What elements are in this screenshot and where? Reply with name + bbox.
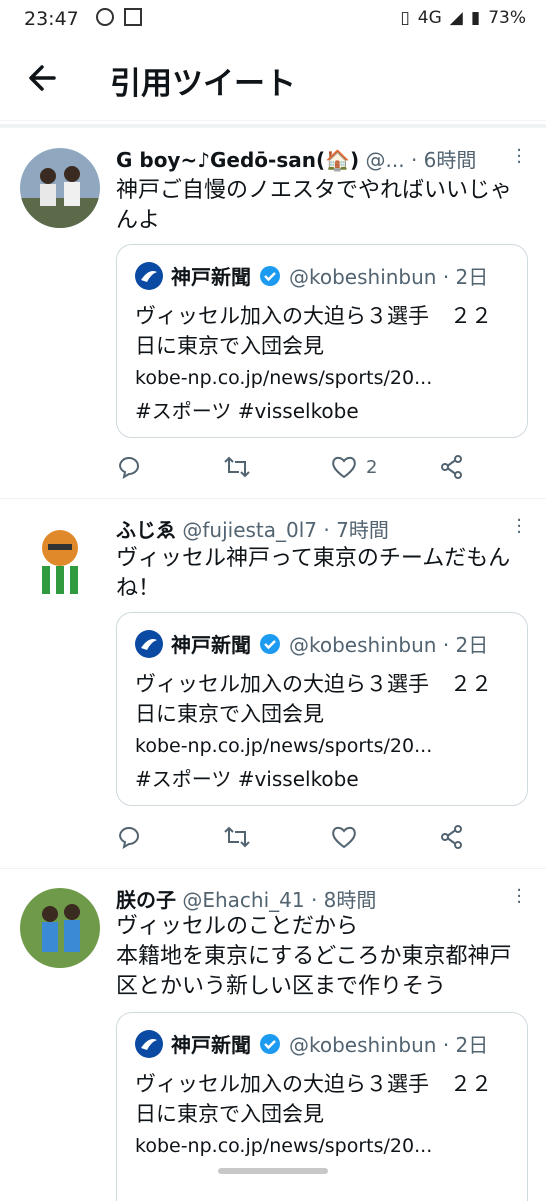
- display-name[interactable]: G boy~♪Gedō-san(🏠): [116, 148, 359, 172]
- status-notification-icons: [96, 8, 142, 26]
- quote-link[interactable]: kobe-np.co.jp/news/sports/20...: [135, 367, 509, 389]
- status-right: ▯ 4G ◢ ▮ 73%: [400, 8, 526, 28]
- tweet-actions: 2: [116, 454, 466, 484]
- timestamp[interactable]: · 8時間: [311, 888, 376, 912]
- handle[interactable]: @Ehachi_41: [182, 888, 304, 912]
- share-icon: [441, 825, 462, 849]
- quote-avatar: [135, 629, 163, 658]
- quote-avatar: [135, 1029, 163, 1058]
- retweet-button[interactable]: [222, 824, 252, 850]
- quote-header: 神戸新聞 @kobeshinbun · 2日: [135, 629, 488, 658]
- home-indicator[interactable]: [218, 1168, 328, 1174]
- battery-percent: 73%: [488, 8, 526, 28]
- tweet-header: G boy~♪Gedō-san(🏠) @... · 6時間: [116, 144, 496, 173]
- quote-display-name: 神戸新聞: [171, 633, 251, 657]
- more-icon[interactable]: · · ·: [516, 512, 522, 542]
- reply-button[interactable]: [116, 454, 142, 480]
- quote-handle: @kobeshinbun · 2日: [289, 265, 489, 289]
- tweet-card[interactable]: ふじゑ @fujiesta_0l7 · 7時間 · · · ヴィッセル神戸って東京の…: [0, 498, 546, 869]
- quoted-tweet[interactable]: 神戸新聞 @kobeshinbun · 2日 ヴィッセル加入の大迫ら３選手 ２２…: [116, 244, 528, 438]
- quote-link[interactable]: kobe-np.co.jp/news/sports/20...: [135, 735, 509, 757]
- status-time: 23:47: [24, 8, 79, 30]
- avatar[interactable]: [20, 518, 100, 598]
- tweet-text: 神戸ご自慢のノエスタでやればいいじゃんよ: [116, 178, 513, 233]
- reply-icon: [118, 457, 139, 480]
- like-count: 2: [366, 456, 378, 478]
- avatar[interactable]: [20, 148, 100, 228]
- status-bar: 23:47 ▯ 4G ◢ ▮ 73%: [0, 0, 546, 38]
- reply-button[interactable]: [116, 824, 142, 850]
- signal-icon: ◢: [449, 8, 463, 28]
- page-title: 引用ツイート: [110, 66, 296, 102]
- handle[interactable]: @...: [366, 148, 405, 172]
- reply-icon: [118, 827, 139, 850]
- quote-handle: @kobeshinbun · 2日: [289, 633, 489, 657]
- more-icon[interactable]: · · ·: [516, 882, 522, 912]
- tweet-card[interactable]: G boy~♪Gedō-san(🏠) @... · 6時間 · · · 神戸ご自慢の…: [0, 128, 546, 499]
- display-name[interactable]: ふじゑ: [116, 518, 176, 542]
- back-arrow-icon[interactable]: [24, 58, 64, 98]
- verified-icon: [260, 1033, 280, 1054]
- top-bar: 引用ツイート: [0, 38, 546, 121]
- tweet-header: ふじゑ @fujiesta_0l7 · 7時間: [116, 514, 496, 543]
- check-circle-icon: [96, 8, 114, 26]
- quote-header: 神戸新聞 @kobeshinbun · 2日: [135, 1029, 488, 1058]
- timestamp[interactable]: · 7時間: [323, 518, 388, 542]
- quote-text: ヴィッセル加入の大迫ら３選手 ２２日に東京で入団会見: [135, 1072, 492, 1126]
- like-icon: [332, 826, 356, 849]
- quote-avatar: [135, 261, 163, 290]
- tweet-text: ヴィッセル神戸って東京のチームだもんね！: [116, 546, 511, 601]
- like-button[interactable]: 2: [330, 454, 377, 480]
- share-button[interactable]: [438, 824, 466, 850]
- quote-display-name: 神戸新聞: [171, 1033, 251, 1057]
- battery-icon: ▮: [470, 8, 481, 28]
- share-icon: [441, 455, 462, 479]
- quote-text: ヴィッセル加入の大迫ら３選手 ２２日に東京で入団会見: [135, 304, 492, 358]
- like-button[interactable]: [330, 824, 366, 850]
- more-icon[interactable]: · · ·: [516, 142, 522, 172]
- handle[interactable]: @fujiesta_0l7: [182, 518, 317, 542]
- quote-hashtags[interactable]: #スポーツ #visselkobe: [135, 763, 509, 792]
- vibrate-icon: ▯: [400, 8, 410, 28]
- retweet-button[interactable]: [222, 454, 252, 480]
- retweet-icon: [224, 826, 250, 848]
- tweet-card[interactable]: 朕の子 @Ehachi_41 · 8時間 · · · ヴィッセルのことだから 本籍地…: [0, 868, 546, 1201]
- tweet-header: 朕の子 @Ehachi_41 · 8時間: [116, 884, 496, 913]
- quote-link[interactable]: kobe-np.co.jp/news/sports/20...: [135, 1135, 509, 1157]
- retweet-icon: [224, 456, 250, 478]
- quote-display-name: 神戸新聞: [171, 265, 251, 289]
- network-label: 4G: [417, 8, 442, 28]
- quote-handle: @kobeshinbun · 2日: [289, 1033, 489, 1057]
- like-icon: [332, 456, 356, 479]
- timestamp[interactable]: · 6時間: [411, 148, 476, 172]
- verified-icon: [260, 265, 280, 286]
- display-name[interactable]: 朕の子: [116, 888, 176, 912]
- tweet-text: ヴィッセルのことだから 本籍地を東京にするどころか東京都神戸区とかいう新しい区ま…: [116, 914, 512, 999]
- quote-header: 神戸新聞 @kobeshinbun · 2日: [135, 261, 488, 290]
- verified-icon: [260, 633, 280, 654]
- quoted-tweet[interactable]: 神戸新聞 @kobeshinbun · 2日 ヴィッセル加入の大迫ら３選手 ２２…: [116, 612, 528, 806]
- tweet-actions: [116, 824, 466, 854]
- share-button[interactable]: [438, 454, 466, 480]
- quote-hashtags[interactable]: #スポーツ #visselkobe: [135, 395, 509, 424]
- avatar[interactable]: [20, 888, 100, 968]
- mail-icon: [124, 8, 142, 26]
- quote-text: ヴィッセル加入の大迫ら３選手 ２２日に東京で入団会見: [135, 672, 492, 726]
